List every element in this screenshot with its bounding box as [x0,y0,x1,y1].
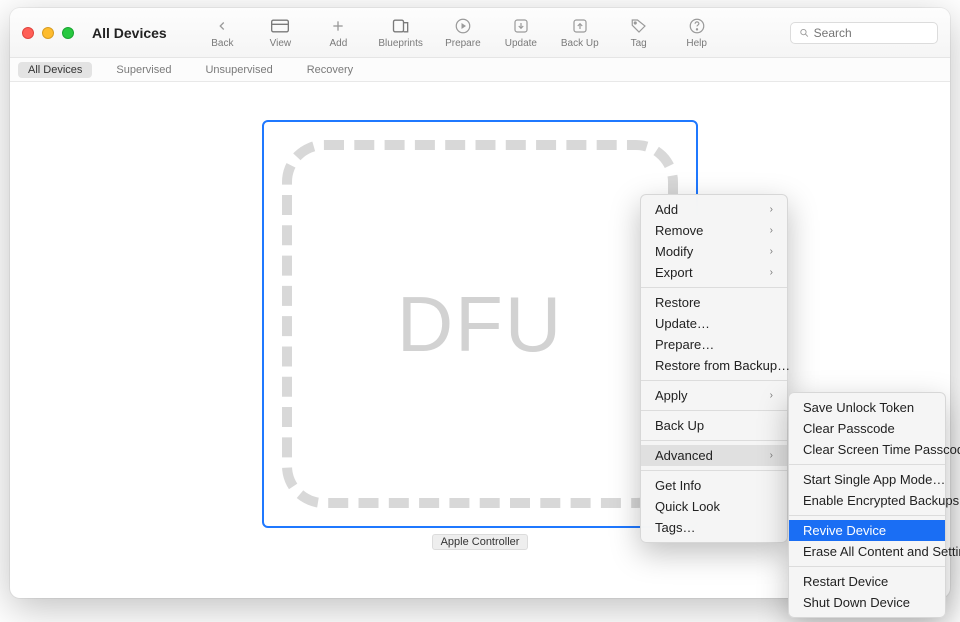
minimize-window-button[interactable] [42,27,54,39]
prepare-button[interactable]: Prepare [445,16,481,49]
filter-bar: All Devices Supervised Unsupervised Reco… [10,58,950,82]
chevron-right-icon: › [770,246,773,257]
search-icon [799,27,810,39]
menu-modify[interactable]: Modify› [641,241,787,262]
close-window-button[interactable] [22,27,34,39]
chevron-right-icon: › [770,450,773,461]
menu-separator [789,464,945,465]
zoom-window-button[interactable] [62,27,74,39]
submenu-restart[interactable]: Restart Device [789,571,945,592]
menu-separator [789,515,945,516]
submenu-enable-encrypted[interactable]: Enable Encrypted Backups… [789,490,945,511]
menu-export[interactable]: Export› [641,262,787,283]
chevron-right-icon: › [770,390,773,401]
window-title: All Devices [92,25,167,41]
menu-update[interactable]: Update… [641,313,787,334]
device-name-label: Apple Controller [432,534,529,550]
menu-remove[interactable]: Remove› [641,220,787,241]
submenu-erase[interactable]: Erase All Content and Settings [789,541,945,562]
menu-add[interactable]: Add› [641,199,787,220]
tag-icon [628,16,650,36]
upload-icon [569,16,591,36]
menu-quicklook[interactable]: Quick Look [641,496,787,517]
toolbar-label: Tag [631,38,647,49]
toolbar-label: Prepare [445,38,481,49]
app-window: All Devices Back View Add [10,8,950,598]
chevron-right-icon: › [770,225,773,236]
toolbar-label: Back [211,38,233,49]
chevron-left-icon [211,16,233,36]
submenu-clear-screentime[interactable]: Clear Screen Time Passcode [789,439,945,460]
update-button[interactable]: Update [503,16,539,49]
menu-restore[interactable]: Restore [641,292,787,313]
grid-icon [269,16,291,36]
toolbar: Back View Add Blueprints [204,16,714,49]
menu-separator [641,287,787,288]
filter-all-devices[interactable]: All Devices [18,62,92,78]
menu-backup[interactable]: Back Up [641,415,787,436]
help-icon [686,16,708,36]
chevron-right-icon: › [770,204,773,215]
back-button[interactable]: Back [204,16,240,49]
toolbar-label: Update [505,38,537,49]
menu-getinfo[interactable]: Get Info [641,475,787,496]
download-icon [510,16,532,36]
context-menu: Add› Remove› Modify› Export› Restore Upd… [640,194,788,543]
menu-separator [641,410,787,411]
toolbar-label: Blueprints [378,38,422,49]
menu-separator [641,470,787,471]
menu-separator [789,566,945,567]
blueprints-icon [390,16,412,36]
tag-button[interactable]: Tag [621,16,657,49]
filter-supervised[interactable]: Supervised [106,62,181,78]
submenu-shutdown[interactable]: Shut Down Device [789,592,945,613]
filter-unsupervised[interactable]: Unsupervised [195,62,282,78]
toolbar-label: Help [686,38,707,49]
submenu-clear-passcode[interactable]: Clear Passcode [789,418,945,439]
blueprints-button[interactable]: Blueprints [378,16,422,49]
titlebar: All Devices Back View Add [10,8,950,58]
menu-separator [641,380,787,381]
menu-apply[interactable]: Apply› [641,385,787,406]
add-button[interactable]: Add [320,16,356,49]
view-button[interactable]: View [262,16,298,49]
search-field[interactable] [790,22,938,44]
submenu-save-unlock[interactable]: Save Unlock Token [789,397,945,418]
menu-advanced[interactable]: Advanced› [641,445,787,466]
filter-recovery[interactable]: Recovery [297,62,363,78]
submenu-start-single[interactable]: Start Single App Mode… [789,469,945,490]
help-button[interactable]: Help [679,16,715,49]
toolbar-label: Add [329,38,347,49]
plus-icon [327,16,349,36]
device-outline: DFU [282,140,678,508]
device-mode-label: DFU [397,279,563,370]
menu-tags[interactable]: Tags… [641,517,787,538]
chevron-right-icon: › [770,267,773,278]
toolbar-label: View [270,38,292,49]
menu-separator [641,440,787,441]
search-input[interactable] [814,26,929,40]
menu-restore-backup[interactable]: Restore from Backup… [641,355,787,376]
device-card[interactable]: DFU [262,120,698,528]
toolbar-label: Back Up [561,38,599,49]
submenu-revive[interactable]: Revive Device [789,520,945,541]
play-circle-icon [452,16,474,36]
window-controls [22,27,74,39]
menu-prepare[interactable]: Prepare… [641,334,787,355]
advanced-submenu: Save Unlock Token Clear Passcode Clear S… [788,392,946,618]
backup-button[interactable]: Back Up [561,16,599,49]
